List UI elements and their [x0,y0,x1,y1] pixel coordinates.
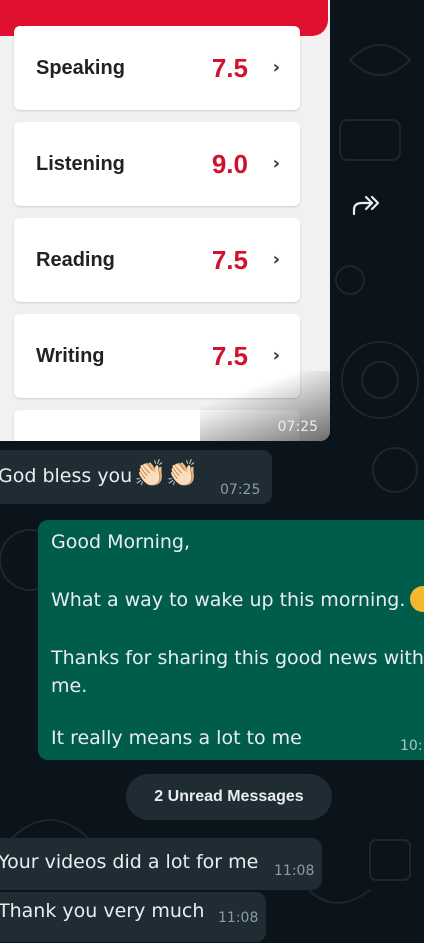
score-value: 7.5 [211,245,248,275]
message-text: God bless you [0,465,133,487]
score-label: Listening [36,153,125,175]
forward-icon[interactable] [350,190,384,220]
message-line: What a way to wake up this morning. [51,589,406,611]
score-value: 7.5 [211,53,248,83]
message-time: 11:08 [274,863,315,879]
image-message[interactable]: Speaking 7.5 › Listening 9.0 › Reading 7… [0,0,330,441]
message-line: Good Morning, [51,531,191,553]
score-card-listening: Listening 9.0 › [14,122,300,206]
incoming-message[interactable]: Thank you very much 11:08 [0,892,266,942]
incoming-message[interactable]: Your videos did a lot for me 11:08 [0,838,322,890]
chevron-right-icon: › [272,57,280,78]
chevron-right-icon: › [272,249,280,270]
score-label: Reading [36,249,115,271]
image-timestamp: 07:25 [277,419,318,435]
message-line: It really means a lot to me [51,727,302,749]
score-value: 9.0 [211,149,248,179]
message-line: me. [51,675,88,697]
smiling-face-icon [410,586,424,612]
clapping-hands-icon: 👏🏻👏🏻 [134,459,199,489]
message-time: 07:25 [220,482,261,498]
message-line: Thanks for sharing this good news with [51,647,424,669]
message-time: 11:08 [218,910,259,926]
score-label: Speaking [36,57,125,79]
message-time: 10:1 [400,738,424,754]
unread-messages-banner: 2 Unread Messages [126,774,332,820]
score-card-speaking: Speaking 7.5 › [14,26,300,110]
chevron-right-icon: › [272,153,280,174]
incoming-message[interactable]: God bless you 👏🏻👏🏻 07:25 [0,450,272,504]
message-text: Your videos did a lot for me [0,851,259,873]
outgoing-message[interactable]: Good Morning, What a way to wake up this… [38,520,424,760]
score-label: Writing [36,345,105,367]
message-text: Thank you very much [0,900,205,922]
score-card-reading: Reading 7.5 › [14,218,300,302]
